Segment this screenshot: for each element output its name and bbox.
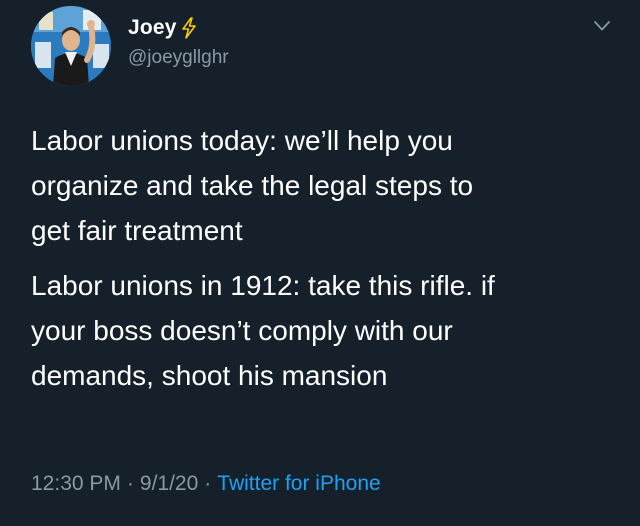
lightning-bolt-icon (181, 17, 197, 39)
tweet-date[interactable]: 9/1/20 (140, 472, 198, 496)
tweet-meta: 12:30 PM · 9/1/20 · Twitter for iPhone (31, 472, 381, 496)
display-name-row: Joey (128, 16, 197, 40)
tweet-paragraph: Labor unions today: we’ll help you organ… (31, 125, 474, 246)
display-name[interactable]: Joey (128, 16, 177, 40)
avatar-image (31, 6, 111, 86)
tweet-paragraph: Labor unions in 1912: take this rifle. i… (31, 270, 495, 391)
meta-separator: · (204, 472, 212, 495)
tweet-time[interactable]: 12:30 PM (31, 472, 121, 496)
tweet-card: Joey @joeygllghr Labor unions today: we’… (0, 0, 640, 526)
avatar[interactable] (31, 6, 111, 86)
tweet-source-link[interactable]: Twitter for iPhone (217, 472, 380, 496)
tweet-text: Labor unions today: we’ll help you organ… (31, 118, 621, 398)
user-handle[interactable]: @joeygllghr (128, 47, 229, 69)
chevron-down-icon[interactable] (593, 20, 611, 32)
meta-separator: · (126, 472, 134, 495)
